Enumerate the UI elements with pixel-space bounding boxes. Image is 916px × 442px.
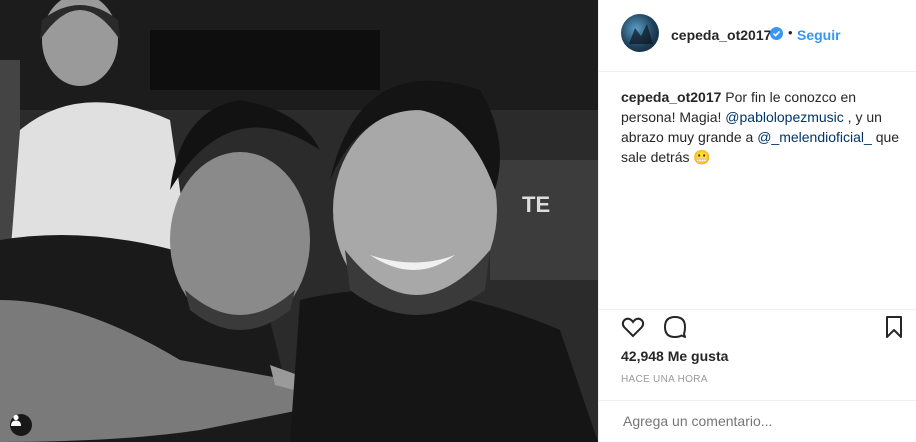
bookmark-icon — [886, 316, 902, 338]
photo-illustration: TE — [0, 0, 598, 442]
post-caption: cepeda_ot2017 Por fin le conozco en pers… — [621, 87, 901, 167]
comment-icon — [664, 316, 686, 338]
verified-badge-icon — [770, 27, 783, 40]
like-button[interactable] — [621, 316, 645, 343]
instagram-post: TE cepeda_ot2017 • Seguir cepeda_ot2017 … — [0, 0, 916, 442]
comment-form — [599, 400, 916, 442]
caption-username[interactable]: cepeda_ot2017 — [621, 89, 721, 105]
post-timestamp[interactable]: HACE UNA HORA — [621, 374, 708, 385]
mention-link[interactable]: @pablolopezmusic — [725, 109, 844, 125]
comment-input[interactable] — [621, 412, 895, 430]
comment-button[interactable] — [663, 316, 687, 343]
post-header: cepeda_ot2017 • Seguir — [599, 0, 916, 72]
grimace-emoji: 😬 — [693, 149, 711, 165]
likes-count[interactable]: 42,948 Me gusta — [621, 348, 728, 364]
post-sidebar: cepeda_ot2017 • Seguir cepeda_ot2017 Por… — [598, 0, 916, 442]
action-bar — [599, 310, 916, 342]
mention-link[interactable]: @_melendioficial_ — [757, 129, 872, 145]
heart-icon — [621, 317, 645, 338]
svg-text:TE: TE — [522, 192, 550, 217]
header-separator: • — [788, 25, 793, 40]
header-username[interactable]: cepeda_ot2017 — [671, 27, 771, 43]
user-tag-icon — [11, 414, 21, 426]
post-photo[interactable]: TE — [0, 0, 598, 442]
save-button[interactable] — [885, 316, 903, 343]
avatar-image — [629, 24, 653, 44]
user-tag-button[interactable] — [10, 414, 32, 436]
follow-button[interactable]: Seguir — [797, 27, 841, 43]
avatar[interactable] — [621, 14, 659, 52]
